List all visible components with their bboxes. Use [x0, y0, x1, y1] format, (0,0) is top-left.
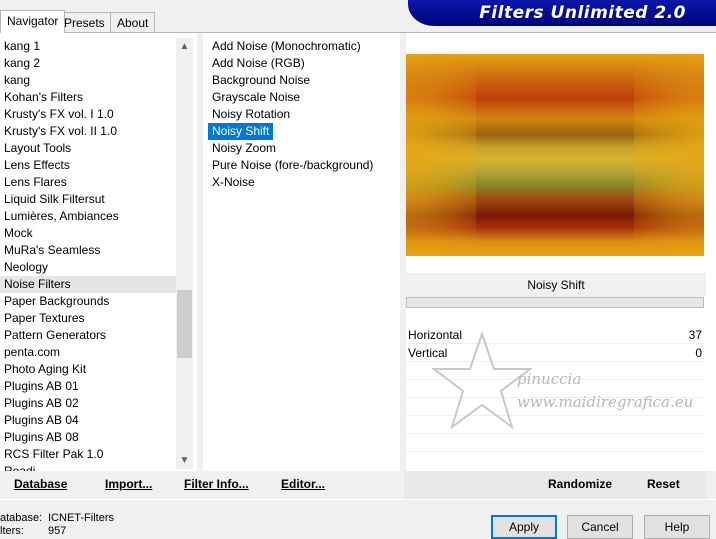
- reset-button[interactable]: Reset: [647, 471, 680, 499]
- category-item[interactable]: kang: [0, 72, 176, 89]
- database-label: atabase:: [0, 512, 43, 524]
- randomize-button[interactable]: Randomize: [548, 471, 612, 499]
- category-item[interactable]: kang 2: [0, 55, 176, 72]
- category-item[interactable]: Paper Backgrounds: [0, 293, 176, 310]
- tab-navigator[interactable]: Navigator: [0, 10, 66, 33]
- category-item[interactable]: Krusty's FX vol. II 1.0: [0, 123, 176, 140]
- filter-item[interactable]: Add Noise (RGB): [208, 55, 398, 72]
- category-item[interactable]: Plugins AB 08: [0, 429, 176, 446]
- cancel-button[interactable]: Cancel: [567, 515, 633, 539]
- scrollbar-thumb[interactable]: [177, 290, 192, 358]
- filter-list[interactable]: Add Noise (Monochromatic) Add Noise (RGB)…: [208, 38, 398, 191]
- filter-item[interactable]: Pure Noise (fore-/background): [208, 157, 398, 174]
- preview-filter-name: Noisy Shift: [406, 273, 706, 297]
- parameter-row[interactable]: Vertical 0: [406, 344, 704, 362]
- filters-value: 957: [48, 525, 67, 537]
- filter-item[interactable]: Grayscale Noise: [208, 89, 398, 106]
- bottom-toolbar: Database Import... Filter Info... Editor…: [0, 471, 716, 499]
- category-item[interactable]: Plugins AB 02: [0, 395, 176, 412]
- filter-item[interactable]: Add Noise (Monochromatic): [208, 38, 398, 55]
- category-item[interactable]: Neology: [0, 259, 176, 276]
- divider: [197, 33, 203, 471]
- filter-item[interactable]: Noisy Zoom: [208, 140, 398, 157]
- parameter-list: Horizontal 37 Vertical 0: [406, 326, 704, 452]
- banner-title: Filters Unlimited 2.0: [479, 3, 686, 23]
- category-item[interactable]: Krusty's FX vol. I 1.0: [0, 106, 176, 123]
- chevron-down-icon[interactable]: ▼: [176, 452, 193, 469]
- category-item[interactable]: Plugins AB 04: [0, 412, 176, 429]
- category-item[interactable]: Photo Aging Kit: [0, 361, 176, 378]
- parameter-label: Vertical: [408, 346, 448, 360]
- category-item[interactable]: Pattern Generators: [0, 327, 176, 344]
- category-item[interactable]: Liquid Silk Filtersut: [0, 191, 176, 208]
- tab-about[interactable]: About: [110, 12, 156, 32]
- category-list[interactable]: kang 1 kang 2 kang Kohan's Filters Krusty's …: [0, 38, 176, 480]
- parameter-row[interactable]: Horizontal 37: [406, 326, 704, 344]
- category-item[interactable]: Paper Textures: [0, 310, 176, 327]
- help-button[interactable]: Help: [644, 515, 710, 539]
- category-item[interactable]: MuRa's Seamless: [0, 242, 176, 259]
- category-item[interactable]: Kohan's Filters: [0, 89, 176, 106]
- apply-button[interactable]: Apply: [491, 515, 557, 539]
- editor-button[interactable]: Editor...: [281, 471, 325, 499]
- category-item[interactable]: Layout Tools: [0, 140, 176, 157]
- parameter-value[interactable]: 37: [689, 326, 702, 344]
- parameter-value[interactable]: 0: [695, 344, 702, 362]
- filter-item[interactable]: Background Noise: [208, 72, 398, 89]
- import-button[interactable]: Import...: [105, 471, 152, 499]
- category-item[interactable]: Mock: [0, 225, 176, 242]
- filter-item[interactable]: Noisy Rotation: [208, 106, 398, 123]
- database-value: ICNET-Filters: [48, 512, 114, 524]
- database-button[interactable]: Database: [14, 471, 67, 499]
- filter-item[interactable]: Noisy Shift: [208, 123, 274, 140]
- status-info: atabase: ICNET-Filters lters: 957: [0, 512, 114, 538]
- filter-info-button[interactable]: Filter Info...: [184, 471, 249, 499]
- category-item[interactable]: kang 1: [0, 38, 176, 55]
- title-banner: Filters Unlimited 2.0: [408, 0, 716, 26]
- category-item[interactable]: Lens Effects: [0, 157, 176, 174]
- parameter-label: Horizontal: [408, 328, 463, 342]
- progress-bar: [406, 297, 704, 308]
- category-item[interactable]: RCS Filter Pak 1.0: [0, 446, 176, 463]
- category-item[interactable]: Lumières, Ambiances: [0, 208, 176, 225]
- category-item[interactable]: penta.com: [0, 344, 176, 361]
- preview-image: [406, 54, 704, 256]
- category-item[interactable]: Plugins AB 01: [0, 378, 176, 395]
- category-item[interactable]: Lens Flares: [0, 174, 176, 191]
- filters-label: lters:: [0, 525, 24, 537]
- category-scrollbar[interactable]: ▲ ▼: [176, 38, 193, 469]
- filter-item[interactable]: X-Noise: [208, 174, 398, 191]
- chevron-up-icon[interactable]: ▲: [176, 38, 193, 55]
- navigator-panel: kang 1 kang 2 kang Kohan's Filters Krusty's …: [0, 32, 716, 500]
- category-item[interactable]: Noise Filters: [0, 276, 176, 293]
